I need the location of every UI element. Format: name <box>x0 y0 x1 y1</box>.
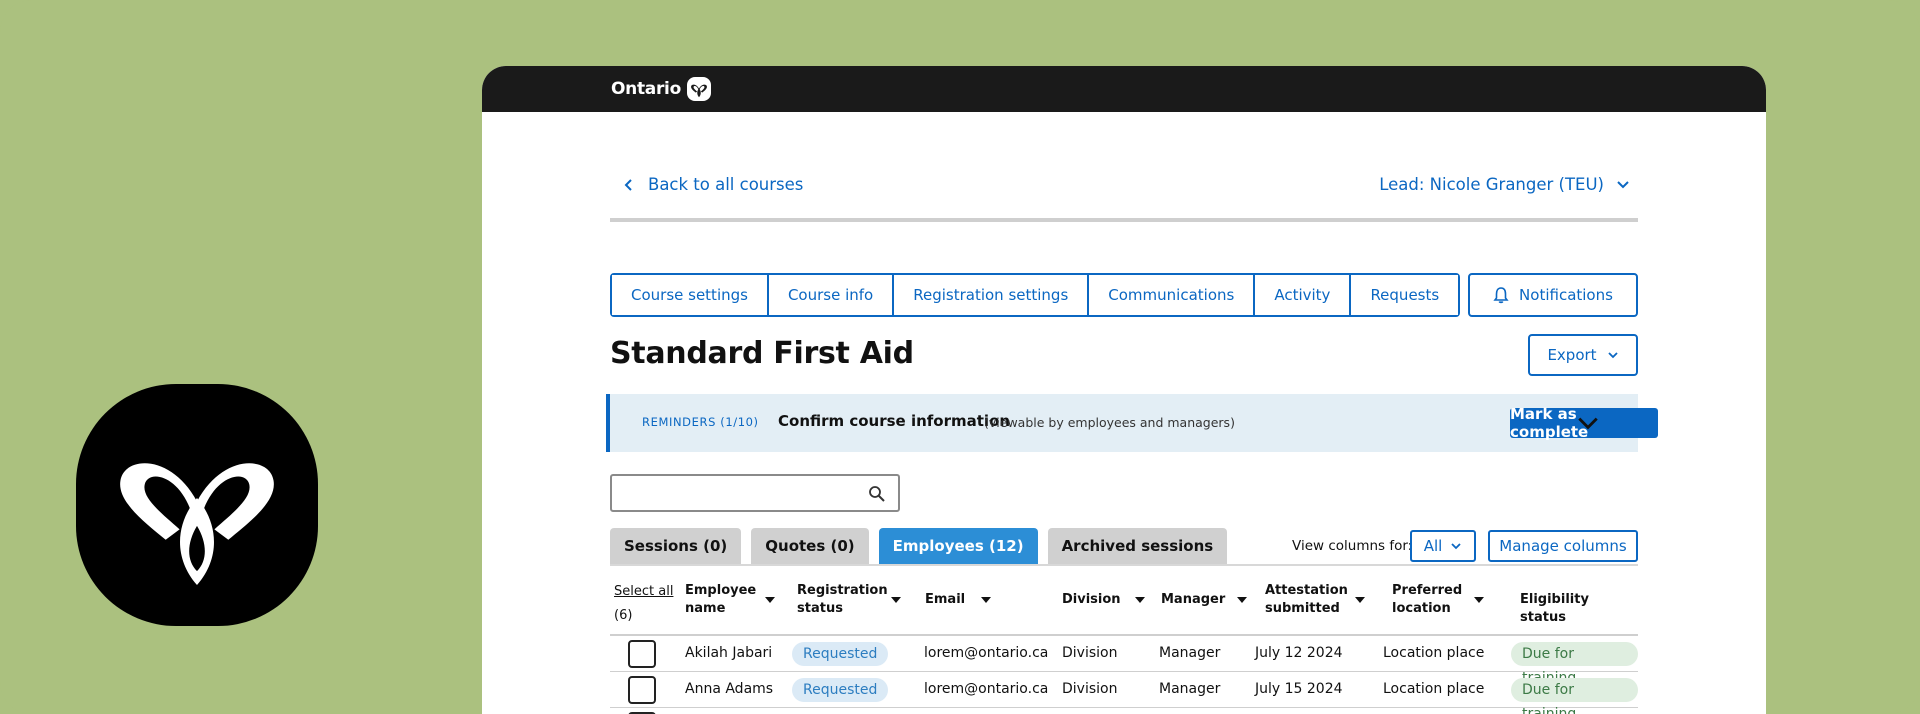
tab-course-settings[interactable]: Course settings <box>612 275 769 315</box>
col-manager[interactable]: Manager <box>1161 591 1248 609</box>
search-input[interactable] <box>612 476 852 510</box>
col-label: Employee name <box>685 583 757 616</box>
page-title: Standard First Aid <box>610 336 914 371</box>
sort-caret-icon[interactable] <box>981 597 992 603</box>
view-columns-value: All <box>1423 537 1443 555</box>
sort-caret-icon[interactable] <box>891 597 901 603</box>
preferred-location: Location place <box>1383 681 1485 697</box>
reminder-count: REMINDERS (1/10) <box>642 415 759 429</box>
employees-table: Select all (6) Employee name Registratio… <box>610 566 1638 714</box>
bell-icon <box>1493 287 1509 304</box>
col-email[interactable]: Email <box>925 591 992 609</box>
preferred-location: Location place <box>1383 645 1485 661</box>
select-all-control[interactable]: Select all (6) <box>614 580 673 628</box>
course-tabs: Course settings Course info Registration… <box>610 273 1461 317</box>
col-eligibility-status: Eligibility status <box>1520 591 1638 627</box>
app-window: Ontario Back to all courses Lead: Nicole… <box>482 66 1766 714</box>
col-label: Email <box>925 592 966 607</box>
tab-archived-sessions[interactable]: Archived sessions <box>1047 528 1228 564</box>
lead-menu[interactable]: Lead: Nicole Granger (TEU) <box>1379 175 1630 194</box>
col-division[interactable]: Division <box>1062 591 1145 609</box>
export-label: Export <box>1547 346 1597 364</box>
sort-caret-icon[interactable] <box>1474 597 1484 603</box>
search-field[interactable] <box>610 474 900 512</box>
col-label: Division <box>1062 592 1121 607</box>
manager: Manager <box>1159 645 1221 661</box>
back-link-label: Back to all courses <box>648 175 804 194</box>
lead-label: Lead: Nicole Granger (TEU) <box>1379 175 1604 194</box>
col-preferred-location[interactable]: Preferred location <box>1392 582 1484 618</box>
tab-employees[interactable]: Employees (12) <box>878 528 1038 564</box>
trillium-brand-icon <box>686 77 711 101</box>
chevron-down-icon <box>1617 180 1629 188</box>
notifications-label: Notifications <box>1519 286 1613 304</box>
search-icon[interactable] <box>868 485 886 503</box>
row-checkbox[interactable] <box>628 640 656 668</box>
col-label: Manager <box>1161 592 1226 607</box>
chevron-down-icon[interactable] <box>1576 413 1600 433</box>
employee-name[interactable]: Anna Adams <box>685 681 773 697</box>
employee-name[interactable]: Akilah Jabari <box>685 645 772 661</box>
tab-quotes[interactable]: Quotes (0) <box>751 528 869 564</box>
col-label: Attestation submitted <box>1265 583 1348 616</box>
division: Division <box>1062 645 1118 661</box>
division: Division <box>1062 681 1118 697</box>
section-tabs: Sessions (0) Quotes (0) Employees (12) A… <box>610 528 1228 564</box>
attestation-date: July 15 2024 <box>1255 681 1343 697</box>
tab-sessions[interactable]: Sessions (0) <box>610 528 742 564</box>
email: lorem@ontario.ca <box>924 681 1049 697</box>
trillium-icon <box>120 463 274 586</box>
reminder-subtitle: (viewable by employees and managers) <box>984 415 1235 430</box>
table-row <box>610 708 1638 714</box>
tab-requests[interactable]: Requests <box>1351 275 1459 315</box>
ontario-trillium-logo <box>76 384 318 626</box>
sort-caret-icon[interactable] <box>1237 597 1248 603</box>
select-all-label: Select all <box>614 584 674 599</box>
status-badge: Requested <box>792 678 889 702</box>
sort-caret-icon[interactable] <box>1355 597 1365 603</box>
eligibility-badge: Due for training <box>1511 642 1638 686</box>
notifications-button[interactable]: Notifications <box>1468 273 1638 317</box>
email: lorem@ontario.ca <box>924 645 1049 661</box>
chevron-down-icon <box>1451 543 1461 550</box>
status-badge: Requested <box>792 642 889 666</box>
tab-registration-settings[interactable]: Registration settings <box>894 275 1090 315</box>
table-header: Select all (6) Employee name Registratio… <box>610 566 1638 636</box>
nav-row: Back to all courses Lead: Nicole Granger… <box>610 164 1638 222</box>
back-to-courses-link[interactable]: Back to all courses <box>624 175 803 194</box>
col-registration-status[interactable]: Registration status <box>797 582 901 618</box>
chevron-left-icon <box>624 178 632 191</box>
table-row: Anna Adams Requested lorem@ontario.ca Di… <box>610 672 1638 714</box>
table-row: Akilah Jabari Requested lorem@ontario.ca… <box>610 636 1638 686</box>
row-checkbox[interactable] <box>628 676 656 704</box>
reminder-title: Confirm course information <box>778 412 1011 430</box>
chevron-down-icon <box>1607 352 1618 359</box>
sort-caret-icon[interactable] <box>765 597 775 603</box>
view-columns-select[interactable]: All <box>1410 530 1476 562</box>
col-label: Eligibility status <box>1520 592 1589 625</box>
tab-course-info[interactable]: Course info <box>768 275 895 315</box>
tab-communications[interactable]: Communications <box>1089 275 1256 315</box>
select-all-count: (6) <box>614 608 633 623</box>
col-label: Preferred location <box>1392 583 1463 616</box>
top-bar: Ontario <box>482 66 1766 112</box>
col-label: Registration status <box>797 583 888 616</box>
manager: Manager <box>1159 681 1221 697</box>
manage-columns-button[interactable]: Manage columns <box>1488 530 1638 562</box>
tab-activity[interactable]: Activity <box>1255 275 1352 315</box>
export-button[interactable]: Export <box>1528 334 1638 376</box>
col-attestation-submitted[interactable]: Attestation submitted <box>1265 582 1365 618</box>
col-employee-name[interactable]: Employee name <box>685 582 775 618</box>
eligibility-badge: Due for training <box>1511 678 1638 714</box>
brand-wordmark[interactable]: Ontario <box>611 79 681 99</box>
attestation-date: July 12 2024 <box>1255 645 1343 661</box>
view-columns-label: View columns for: <box>1292 538 1413 554</box>
reminder-banner: REMINDERS (1/10) Confirm course informat… <box>606 394 1658 452</box>
sort-caret-icon[interactable] <box>1134 597 1145 603</box>
